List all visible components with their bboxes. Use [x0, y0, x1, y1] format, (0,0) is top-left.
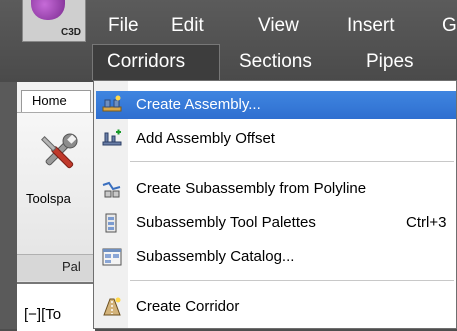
menu-item-label: Subassembly Tool Palettes — [136, 214, 316, 231]
create-corridor-icon — [103, 297, 121, 316]
menu-file[interactable]: File — [108, 15, 139, 37]
menu-item-label: Create Corridor — [136, 298, 240, 315]
app-logo-text: C3D — [60, 27, 81, 38]
menu-item-label: Add Assembly Offset — [136, 130, 275, 147]
menu-edit[interactable]: Edit — [171, 15, 204, 37]
menu-insert[interactable]: Insert — [347, 15, 395, 37]
corridors-dropdown-menu: Create Assembly... Add Assembly Offset C… — [93, 80, 457, 329]
menu-g-truncated[interactable]: G — [442, 15, 457, 37]
add-assembly-offset-icon — [102, 129, 122, 146]
app-logo[interactable]: C3D — [22, 0, 86, 42]
menu-separator — [130, 280, 454, 281]
menu-item-label: Create Subassembly from Polyline — [136, 180, 367, 197]
panel-title: Pal — [62, 259, 81, 274]
menu-pipes[interactable]: Pipes — [366, 51, 414, 73]
menu-item-create-assembly[interactable]: Create Assembly... — [96, 91, 456, 119]
create-assembly-icon — [102, 95, 122, 112]
menu-separator — [130, 161, 454, 162]
menu-item-shortcut: Ctrl+3 — [406, 214, 447, 231]
menu-item-create-subassembly-polyline[interactable]: Create Subassembly from Polyline — [96, 175, 456, 203]
menu-item-subassembly-catalog[interactable]: Subassembly Catalog... — [96, 243, 456, 271]
tab-home[interactable]: Home — [21, 90, 91, 112]
toolspace-label: Toolspa — [26, 191, 71, 206]
toolspace-icon[interactable] — [33, 128, 83, 178]
left-edge-strip — [0, 82, 17, 329]
menu-sections[interactable]: Sections — [239, 51, 312, 73]
menu-item-label: Create Assembly... — [136, 96, 261, 113]
catalog-icon — [102, 248, 122, 266]
menu-item-add-assembly-offset[interactable]: Add Assembly Offset — [96, 125, 456, 153]
menu-bar: C3D File Edit View Insert G Corridors Se… — [0, 0, 457, 82]
tool-palettes-icon — [105, 213, 117, 233]
menu-item-create-corridor[interactable]: Create Corridor — [96, 293, 456, 321]
panel-title-bar — [17, 254, 95, 281]
menu-item-subassembly-tool-palettes[interactable]: Subassembly Tool Palettes Ctrl+3 — [96, 209, 456, 237]
menu-view[interactable]: View — [258, 15, 299, 37]
app-logo-icon — [31, 0, 65, 20]
menu-corridors[interactable]: Corridors — [107, 51, 185, 73]
menu-item-label: Subassembly Catalog... — [136, 248, 295, 265]
viewport-controls-label[interactable]: [−][To — [24, 306, 61, 323]
subassembly-polyline-icon — [102, 181, 121, 198]
